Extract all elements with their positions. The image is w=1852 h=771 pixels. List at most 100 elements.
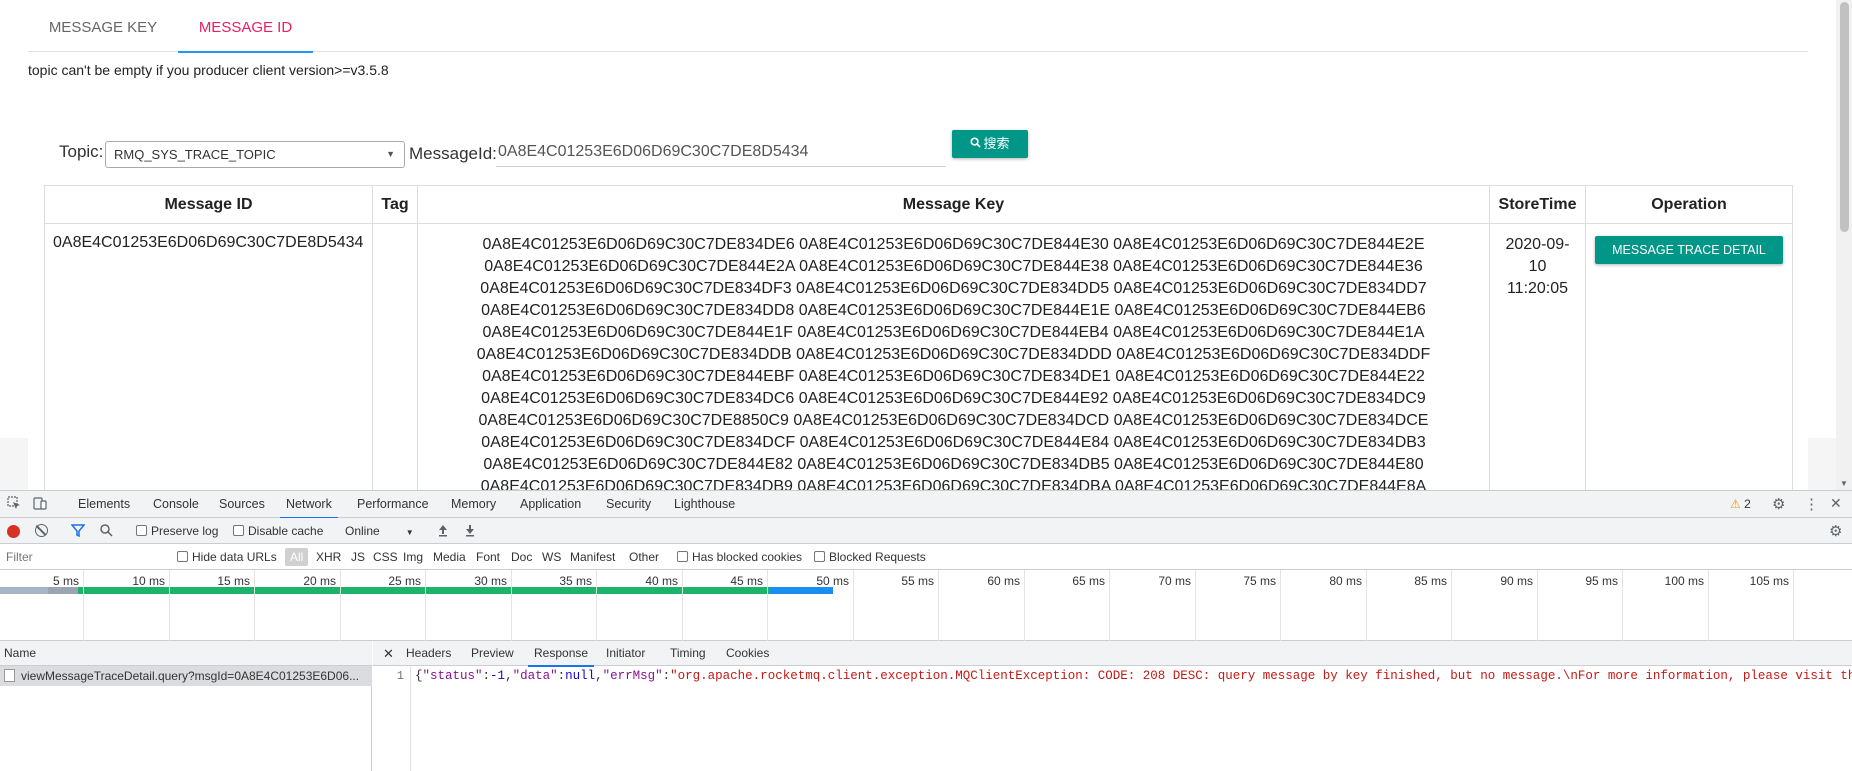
filter-type-font[interactable]: Font	[473, 548, 503, 566]
timeline-gridline	[511, 570, 512, 641]
filter-icon[interactable]	[70, 523, 86, 540]
message-key-line: 0A8E4C01253E6D06D69C30C7DE834DCF 0A8E4C0…	[481, 434, 1426, 451]
detail-tab-headers[interactable]: Headers	[406, 641, 451, 666]
filter-type-js[interactable]: JS	[348, 548, 368, 566]
preserve-log-checkbox[interactable]: Preserve log	[136, 518, 218, 544]
header-message-id: Message ID	[44, 185, 373, 224]
disable-cache-label: Disable cache	[248, 524, 324, 538]
json-key: "data"	[512, 669, 558, 683]
message-id-input[interactable]	[496, 137, 946, 167]
cell-operation: MESSAGE TRACE DETAIL	[1585, 223, 1793, 490]
header-message-key: Message Key	[417, 185, 1490, 224]
tab-message-id[interactable]: MESSAGE ID	[178, 0, 313, 53]
detail-tab-response[interactable]: Response	[527, 641, 595, 667]
warning-count-value: 2	[1744, 497, 1751, 511]
timeline-tick-label: 80 ms	[1329, 574, 1362, 588]
devtools-tab-application[interactable]: Application	[520, 491, 581, 518]
filter-input[interactable]	[4, 548, 164, 566]
timeline-tick-label: 105 ms	[1749, 574, 1789, 588]
settings-gear-icon[interactable]: ⚙	[1772, 495, 1785, 513]
disable-cache-checkbox[interactable]: Disable cache	[233, 518, 323, 544]
close-detail-icon[interactable]: ✕	[383, 641, 394, 666]
inspect-element-icon[interactable]	[7, 496, 21, 513]
filter-type-doc[interactable]: Doc	[508, 548, 535, 566]
filter-type-img[interactable]: Img	[400, 548, 426, 566]
record-icon[interactable]	[7, 525, 20, 538]
filter-type-ws[interactable]: WS	[539, 548, 564, 566]
cell-message-key: 0A8E4C01253E6D06D69C30C7DE834DE6 0A8E4C0…	[417, 223, 1490, 490]
message-key-line: 0A8E4C01253E6D06D69C30C7DE834DB9 0A8E4C0…	[480, 478, 1427, 490]
tab-message-key[interactable]: MESSAGE KEY	[28, 0, 178, 52]
devtools-tab-performance[interactable]: Performance	[357, 491, 429, 518]
throttle-select[interactable]: Online ▼	[345, 518, 414, 544]
search-button-label: 搜索	[983, 136, 1010, 151]
page-scrollbar[interactable]: ▼	[1836, 0, 1852, 490]
network-overview-timeline[interactable]: 5 ms 10 ms 15 ms 20 ms 25 ms 30 ms 35 ms 40 ms 4…	[0, 570, 1852, 641]
devtools-tab-sources[interactable]: Sources	[219, 491, 265, 518]
filter-bar: Hide data URLs All XHR JS CSS Img Media …	[0, 544, 1852, 570]
detail-tab-preview[interactable]: Preview	[471, 641, 514, 666]
devtools-tab-elements[interactable]: Elements	[78, 491, 130, 518]
scrollbar-thumb[interactable]	[1840, 2, 1849, 232]
request-row[interactable]: viewMessageTraceDetail.query?msgId=0A8E4…	[0, 666, 372, 686]
devtools-tab-memory[interactable]: Memory	[451, 491, 496, 518]
message-table: Message ID Tag Message Key StoreTime Ope…	[44, 185, 1793, 490]
more-options-icon[interactable]: ⋮	[1804, 495, 1819, 513]
devtools-tab-console[interactable]: Console	[153, 491, 199, 518]
name-column-header[interactable]: Name	[0, 641, 372, 666]
timeline-gridline	[340, 570, 341, 641]
search-button[interactable]: 搜索	[952, 130, 1028, 158]
has-blocked-cookies-checkbox[interactable]: Has blocked cookies	[677, 544, 802, 570]
export-har-icon[interactable]	[463, 523, 477, 540]
clear-icon[interactable]	[35, 524, 48, 537]
message-key-line: 0A8E4C01253E6D06D69C30C7DE844EBF 0A8E4C0…	[482, 368, 1425, 385]
timeline-tick-label: 35 ms	[559, 574, 592, 588]
store-time-line: 2020-09-	[1505, 236, 1570, 253]
warning-count[interactable]: ⚠ 2	[1730, 497, 1751, 511]
timeline-gridline	[1537, 570, 1538, 641]
device-toolbar-icon[interactable]	[33, 496, 47, 513]
timeline-tick-label: 30 ms	[474, 574, 507, 588]
checkbox-box	[814, 551, 825, 562]
hide-data-urls-checkbox[interactable]: Hide data URLs	[177, 544, 277, 570]
timeline-tick-label: 75 ms	[1243, 574, 1276, 588]
detail-tab-timing[interactable]: Timing	[670, 641, 706, 666]
request-name: viewMessageTraceDetail.query?msgId=0A8E4…	[21, 669, 360, 683]
detail-tab-initiator[interactable]: Initiator	[606, 641, 645, 666]
blocked-requests-checkbox[interactable]: Blocked Requests	[814, 544, 926, 570]
network-settings-gear-icon[interactable]: ⚙	[1829, 522, 1842, 540]
devtools-tab-lighthouse[interactable]: Lighthouse	[674, 491, 735, 518]
topic-label: Topic:	[59, 142, 104, 161]
table-row: 0A8E4C01253E6D06D69C30C7DE8D5434 0A8E4C0…	[44, 223, 1793, 490]
filter-type-all[interactable]: All	[285, 548, 309, 566]
timeline-gridline	[254, 570, 255, 641]
checkbox-box	[177, 551, 188, 562]
filter-type-media[interactable]: Media	[430, 548, 469, 566]
search-icon[interactable]	[99, 523, 113, 540]
message-trace-detail-button[interactable]: MESSAGE TRACE DETAIL	[1595, 236, 1783, 264]
hide-data-urls-label: Hide data URLs	[192, 550, 277, 564]
message-key-line: 0A8E4C01253E6D06D69C30C7DE844E1F 0A8E4C0…	[482, 324, 1425, 341]
page-edge-left	[0, 438, 28, 490]
close-devtools-icon[interactable]: ✕	[1830, 495, 1842, 512]
filter-type-css[interactable]: CSS	[370, 548, 401, 566]
request-detail-pane: ✕ Headers Preview Response Initiator Tim…	[373, 641, 1852, 771]
topic-select[interactable]: RMQ_SYS_TRACE_TOPIC ▼	[105, 141, 405, 168]
response-body[interactable]: {"status":-1,"data":null,"errMsg":"org.a…	[415, 666, 1852, 771]
search-icon	[970, 130, 982, 158]
timeline-gridline	[1793, 570, 1794, 641]
import-har-icon[interactable]	[436, 523, 450, 540]
devtools-tabbar: Elements Console Sources Network Perform…	[0, 491, 1852, 519]
devtools-tab-network[interactable]: Network	[280, 491, 338, 519]
timeline-gridline	[1024, 570, 1025, 641]
message-key-line: 0A8E4C01253E6D06D69C30C7DE844E2A 0A8E4C0…	[484, 258, 1423, 275]
detail-tab-cookies[interactable]: Cookies	[726, 641, 769, 666]
filter-type-xhr[interactable]: XHR	[313, 548, 344, 566]
requests-area: Name viewMessageTraceDetail.query?msgId=…	[0, 641, 1852, 771]
timeline-bar-waiting	[78, 587, 770, 594]
filter-type-other[interactable]: Other	[626, 548, 662, 566]
filter-type-manifest[interactable]: Manifest	[567, 548, 618, 566]
devtools-tab-security[interactable]: Security	[606, 491, 651, 518]
timeline-tick-label: 65 ms	[1072, 574, 1105, 588]
scroll-down-icon[interactable]: ▼	[1840, 479, 1848, 488]
